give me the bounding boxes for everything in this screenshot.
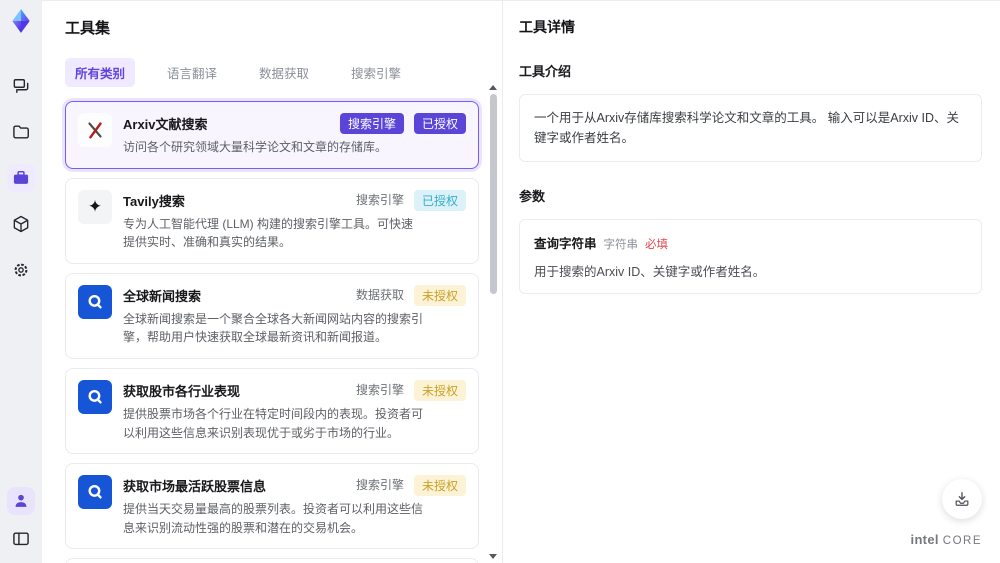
tool-status-badge: 未授权 xyxy=(413,379,466,401)
brand-intel: intel xyxy=(910,532,939,547)
scrollbar[interactable] xyxy=(487,85,499,559)
sidebar-item-account[interactable] xyxy=(7,487,35,515)
tool-status-badge: 未授权 xyxy=(413,284,466,306)
tool-list-item[interactable]: 全球新闻搜索 数据获取 未授权 全球新闻搜索是一个聚合全球各大新闻网站内容的搜索… xyxy=(65,272,479,359)
tool-list: Arxiv文献搜索 搜索引擎 已授权 访问各个研究领域大量科学论文和文章的存储库… xyxy=(65,101,479,563)
tool-title: Arxiv文献搜索 xyxy=(123,117,208,132)
tool-title: 全球新闻搜索 xyxy=(123,288,202,304)
intel-core-logo: intel CORE xyxy=(911,532,982,547)
tool-title: 获取股市各行业表现 xyxy=(123,383,241,399)
param-type: 字符串 xyxy=(603,239,639,251)
tool-title: Tavily搜索 xyxy=(123,193,185,209)
param-box: 查询字符串 字符串 必填 用于搜索的Arxiv ID、关键字或作者姓名。 xyxy=(519,219,982,294)
tool-category-badge: 搜索引擎 xyxy=(339,113,404,134)
tool-title: 获取市场最活跃股票信息 xyxy=(123,479,267,495)
tool-status-badge: 已授权 xyxy=(413,189,466,211)
app-logo-icon[interactable] xyxy=(8,8,34,34)
intro-text: 一个用于从Arxiv存储库搜索科学论文和文章的工具。 输入可以是Arxiv ID… xyxy=(534,111,960,145)
param-description: 用于搜索的Arxiv ID、关键字或作者姓名。 xyxy=(534,265,766,279)
intro-box: 一个用于从Arxiv存储库搜索科学论文和文章的工具。 输入可以是Arxiv ID… xyxy=(519,94,982,162)
folder-icon xyxy=(13,125,29,139)
brand-core: CORE xyxy=(942,535,982,547)
news-search-icon xyxy=(88,389,102,404)
tool-description: 提供股票市场各个行业在特定时间段内的表现。投资者可以利用这些信息来识别表现优于或… xyxy=(123,406,424,440)
scroll-up-arrow-icon[interactable] xyxy=(489,85,497,90)
sidebar-item-settings[interactable] xyxy=(7,256,35,284)
tool-list-item[interactable]: 获取市场最活跃股票信息 搜索引擎 未授权 提供当天交易量最高的股票列表。投资者可… xyxy=(65,463,479,550)
tool-list-panel: 工具集 所有类别 语言翻译 数据获取 搜索引擎 Arxiv文献搜索 搜索引擎 已授权 … xyxy=(42,0,503,563)
tool-category-badge: 搜索引擎 xyxy=(355,382,404,397)
cube-icon xyxy=(13,215,29,233)
tool-description: 访问各个研究领域大量科学论文和文章的存储库。 xyxy=(123,140,388,154)
chat-icon xyxy=(13,79,29,93)
tab-category-3[interactable]: 搜索引擎 xyxy=(341,58,411,87)
tab-category-2[interactable]: 数据获取 xyxy=(249,58,319,87)
sidebar-item-files[interactable] xyxy=(7,118,35,146)
tool-description: 专为人工智能代理 (LLM) 构建的搜索引擎工具。可快速提供实时、准确和真实的结… xyxy=(123,216,414,250)
tool-icon xyxy=(78,284,112,319)
tool-list-item[interactable]: Arxiv文献搜索 搜索引擎 已授权 访问各个研究领域大量科学论文和文章的存储库… xyxy=(65,101,479,169)
download-icon xyxy=(955,492,969,506)
page-title: 工具集 xyxy=(65,20,111,37)
sidebar-item-tools[interactable] xyxy=(7,164,35,192)
toolbox-icon xyxy=(13,171,29,184)
tool-status-badge: 未授权 xyxy=(413,475,466,497)
tool-icon xyxy=(78,113,112,147)
tool-description: 全球新闻搜索是一个聚合全球各大新闻网站内容的搜索引擎，帮助用户快速获取全球最新资… xyxy=(123,311,424,345)
param-name: 查询字符串 xyxy=(534,237,597,251)
sidebar-item-collapse[interactable] xyxy=(7,525,35,553)
tool-category-badge: 搜索引擎 xyxy=(355,478,404,493)
tool-category-badge: 搜索引擎 xyxy=(355,192,404,207)
tool-list-item[interactable]: 获取股市各行业表现 搜索引擎 未授权 提供股票市场各个行业在特定时间段内的表现。… xyxy=(65,367,479,455)
tool-category-badge: 数据获取 xyxy=(355,287,404,302)
tool-icon xyxy=(78,475,112,510)
tavily-sparkle-icon: ✦ xyxy=(87,197,103,217)
sidebar-item-chat[interactable] xyxy=(7,72,35,100)
tool-status-badge: 已授权 xyxy=(413,113,466,134)
sidebar xyxy=(0,0,42,563)
scroll-down-arrow-icon[interactable] xyxy=(489,554,497,559)
app-window: 工具集 所有类别 语言翻译 数据获取 搜索引擎 Arxiv文献搜索 搜索引擎 已授权 … xyxy=(0,0,1000,563)
panel-toggle-icon xyxy=(13,532,29,546)
download-button[interactable] xyxy=(942,479,982,519)
news-search-icon xyxy=(88,485,102,499)
category-tabs: 所有类别 语言翻译 数据获取 搜索引擎 xyxy=(65,58,480,87)
tab-category-0[interactable]: 所有类别 xyxy=(65,58,136,87)
tab-category-1[interactable]: 语言翻译 xyxy=(157,58,227,87)
param-required-badge: 必填 xyxy=(645,239,669,251)
news-search-icon xyxy=(88,294,102,309)
tool-description: 提供当天交易量最高的股票列表。投资者可以利用这些信息来识别流动性强的股票和潜在的… xyxy=(123,502,424,535)
arxiv-logo-icon xyxy=(88,122,102,139)
intro-heading: 工具介绍 xyxy=(519,64,572,79)
tool-detail-panel: 工具详情 工具介绍 一个用于从Arxiv存储库搜索科学论文和文章的工具。 输入可… xyxy=(503,0,1000,563)
tool-icon: ✦ xyxy=(78,189,112,224)
params-heading: 参数 xyxy=(519,189,546,204)
tool-list-item[interactable]: 万维地区新闻查询 搜索引擎 未授权 查询具体行政区划内的新闻，快速了解各地新闻动 xyxy=(65,558,479,563)
user-icon xyxy=(15,494,27,507)
tool-icon xyxy=(78,379,112,414)
scrollbar-thumb[interactable] xyxy=(489,94,497,294)
gear-icon xyxy=(14,263,28,277)
detail-title: 工具详情 xyxy=(519,19,575,35)
sidebar-item-models[interactable] xyxy=(7,210,35,238)
tool-list-item[interactable]: ✦ Tavily搜索 搜索引擎 已授权 专为人工智能代理 (LLM) 构建的搜索… xyxy=(65,177,479,264)
